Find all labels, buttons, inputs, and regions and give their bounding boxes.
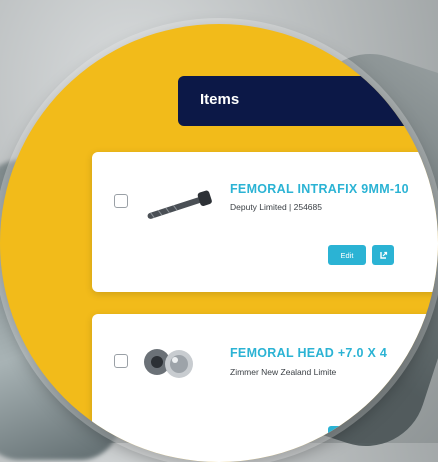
- export-button[interactable]: [372, 245, 394, 265]
- edit-button-partial[interactable]: [328, 426, 366, 446]
- item-supplier: Zimmer New Zealand Limite: [230, 367, 337, 377]
- item-card: FEMORAL INTRAFIX 9MM-10 Deputy Limited |…: [92, 152, 438, 292]
- item-supplier: Deputy Limited | 254685: [230, 202, 322, 212]
- femoral-head-image: [144, 349, 193, 378]
- export-icon: [380, 251, 388, 259]
- screw-image: [147, 190, 212, 219]
- item-title[interactable]: FEMORAL INTRAFIX 9MM-10: [230, 182, 409, 196]
- edit-button-label: Edit: [340, 250, 354, 260]
- item-checkbox[interactable]: [114, 194, 128, 208]
- item-checkbox[interactable]: [114, 354, 128, 368]
- item-title[interactable]: FEMORAL HEAD +7.0 X 4: [230, 346, 387, 360]
- magnifier-lens: Items FEMORAL INTRAFIX 9MM-10 Deputy Lim…: [0, 24, 438, 462]
- edit-button[interactable]: Edit: [328, 245, 366, 265]
- item-card: FEMORAL HEAD +7.0 X 4 Zimmer New Zealand…: [92, 314, 438, 462]
- page-title: Items: [200, 91, 240, 108]
- items-header: Items: [178, 76, 438, 126]
